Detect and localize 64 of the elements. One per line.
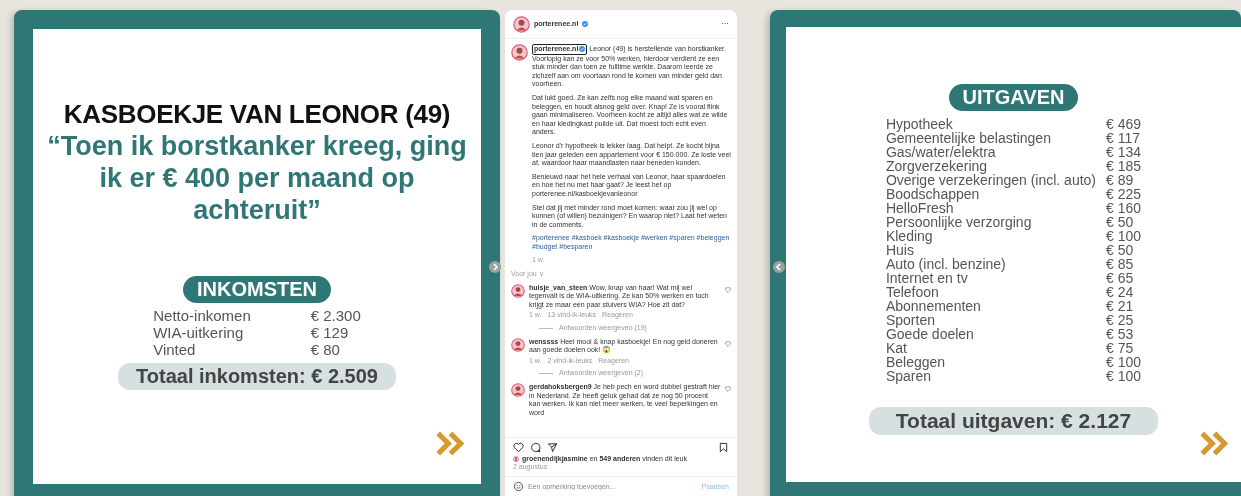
item-amount: € 24 — [1106, 285, 1135, 299]
item-amount: € 21 — [1106, 299, 1135, 313]
item-amount: € 50 — [1106, 243, 1135, 257]
item-amount: € 100 — [1106, 369, 1142, 383]
item-label: Telefoon — [885, 285, 940, 299]
item-label: Kleding — [885, 229, 933, 243]
item-amount: € 80 — [310, 341, 341, 358]
item-label: Beleggen — [885, 355, 947, 369]
section-label: UITGAVEN — [948, 84, 1079, 111]
item-label: Internet en tv — [885, 271, 968, 285]
item-amount: € 2.300 — [310, 307, 361, 324]
emoji-icon[interactable] — [513, 481, 524, 492]
item-amount: € 75 — [1106, 341, 1135, 355]
item-amount: € 469 — [1106, 117, 1142, 131]
item-amount: € 160 — [1106, 201, 1142, 215]
slide-title: KASBOEKJE VAN LEONOR (49) — [63, 99, 451, 130]
item-label: Zorgverzekering — [885, 159, 988, 173]
slide-quote: “Toen ik borstkanker kreeg, ging ik er € 400 per maand op achteruit” — [47, 130, 467, 226]
bookmark-icon[interactable] — [718, 441, 729, 453]
item-label: Abonnementen — [885, 299, 982, 313]
item-label: Boodschappen — [885, 187, 980, 201]
item-label: Gas/water/elektra — [885, 145, 996, 159]
avatar-icon[interactable] — [511, 44, 528, 61]
heart-icon[interactable] — [513, 441, 524, 453]
item-label: Persoonlijke verzorging — [885, 215, 1033, 229]
item-label: WIA-uitkering — [153, 324, 245, 341]
item-amount: € 53 — [1106, 327, 1135, 341]
item-amount: € 25 — [1106, 313, 1135, 327]
comment-icon[interactable] — [530, 441, 541, 453]
item-amount: € 117 — [1106, 131, 1142, 145]
item-label: HelloFresh — [885, 201, 954, 215]
avatar-icon[interactable] — [511, 283, 525, 298]
item-amount: € 134 — [1106, 145, 1142, 159]
item-amount: € 89 — [1106, 173, 1135, 187]
item-label: Gemeentelijke belastingen — [885, 131, 1052, 145]
item-label: Hypotheek — [885, 117, 954, 131]
item-amount: € 85 — [1106, 257, 1135, 271]
item-label: Huis — [885, 243, 914, 257]
item-amount: € 185 — [1106, 159, 1142, 173]
avatar-icon[interactable] — [511, 337, 525, 352]
item-amount: € 100 — [1106, 229, 1142, 243]
item-amount: € 50 — [1106, 215, 1135, 229]
item-label: Netto-inkomen — [153, 307, 251, 324]
verified-badge-icon — [582, 21, 589, 27]
avatar-icon[interactable] — [513, 15, 530, 33]
total-label: Totaal uitgaven: € 2.127 — [868, 407, 1159, 435]
item-amount: € 100 — [1106, 355, 1142, 369]
avatar-icon[interactable] — [513, 456, 519, 463]
item-label: Goede doelen — [885, 327, 975, 341]
avatar-icon[interactable] — [511, 383, 525, 397]
item-amount: € 65 — [1106, 271, 1135, 285]
item-amount: € 129 — [310, 324, 350, 341]
item-label: Kat — [885, 341, 908, 355]
item-label: Sparen — [885, 369, 932, 383]
verified-badge-icon — [579, 46, 586, 53]
more-options[interactable]: ··· — [721, 19, 729, 29]
item-label: Overige verzekeringen (incl. auto) — [885, 173, 1097, 187]
item-label: Sporten — [885, 313, 935, 327]
item-amount: € 225 — [1106, 187, 1142, 201]
item-label: Vinted — [153, 341, 197, 358]
item-label: Auto (incl. benzine) — [885, 257, 1007, 271]
section-label: INKOMSTEN — [183, 276, 331, 303]
share-icon[interactable] — [547, 441, 558, 453]
total-label: Totaal inkomsten: € 2.509 — [118, 363, 396, 390]
